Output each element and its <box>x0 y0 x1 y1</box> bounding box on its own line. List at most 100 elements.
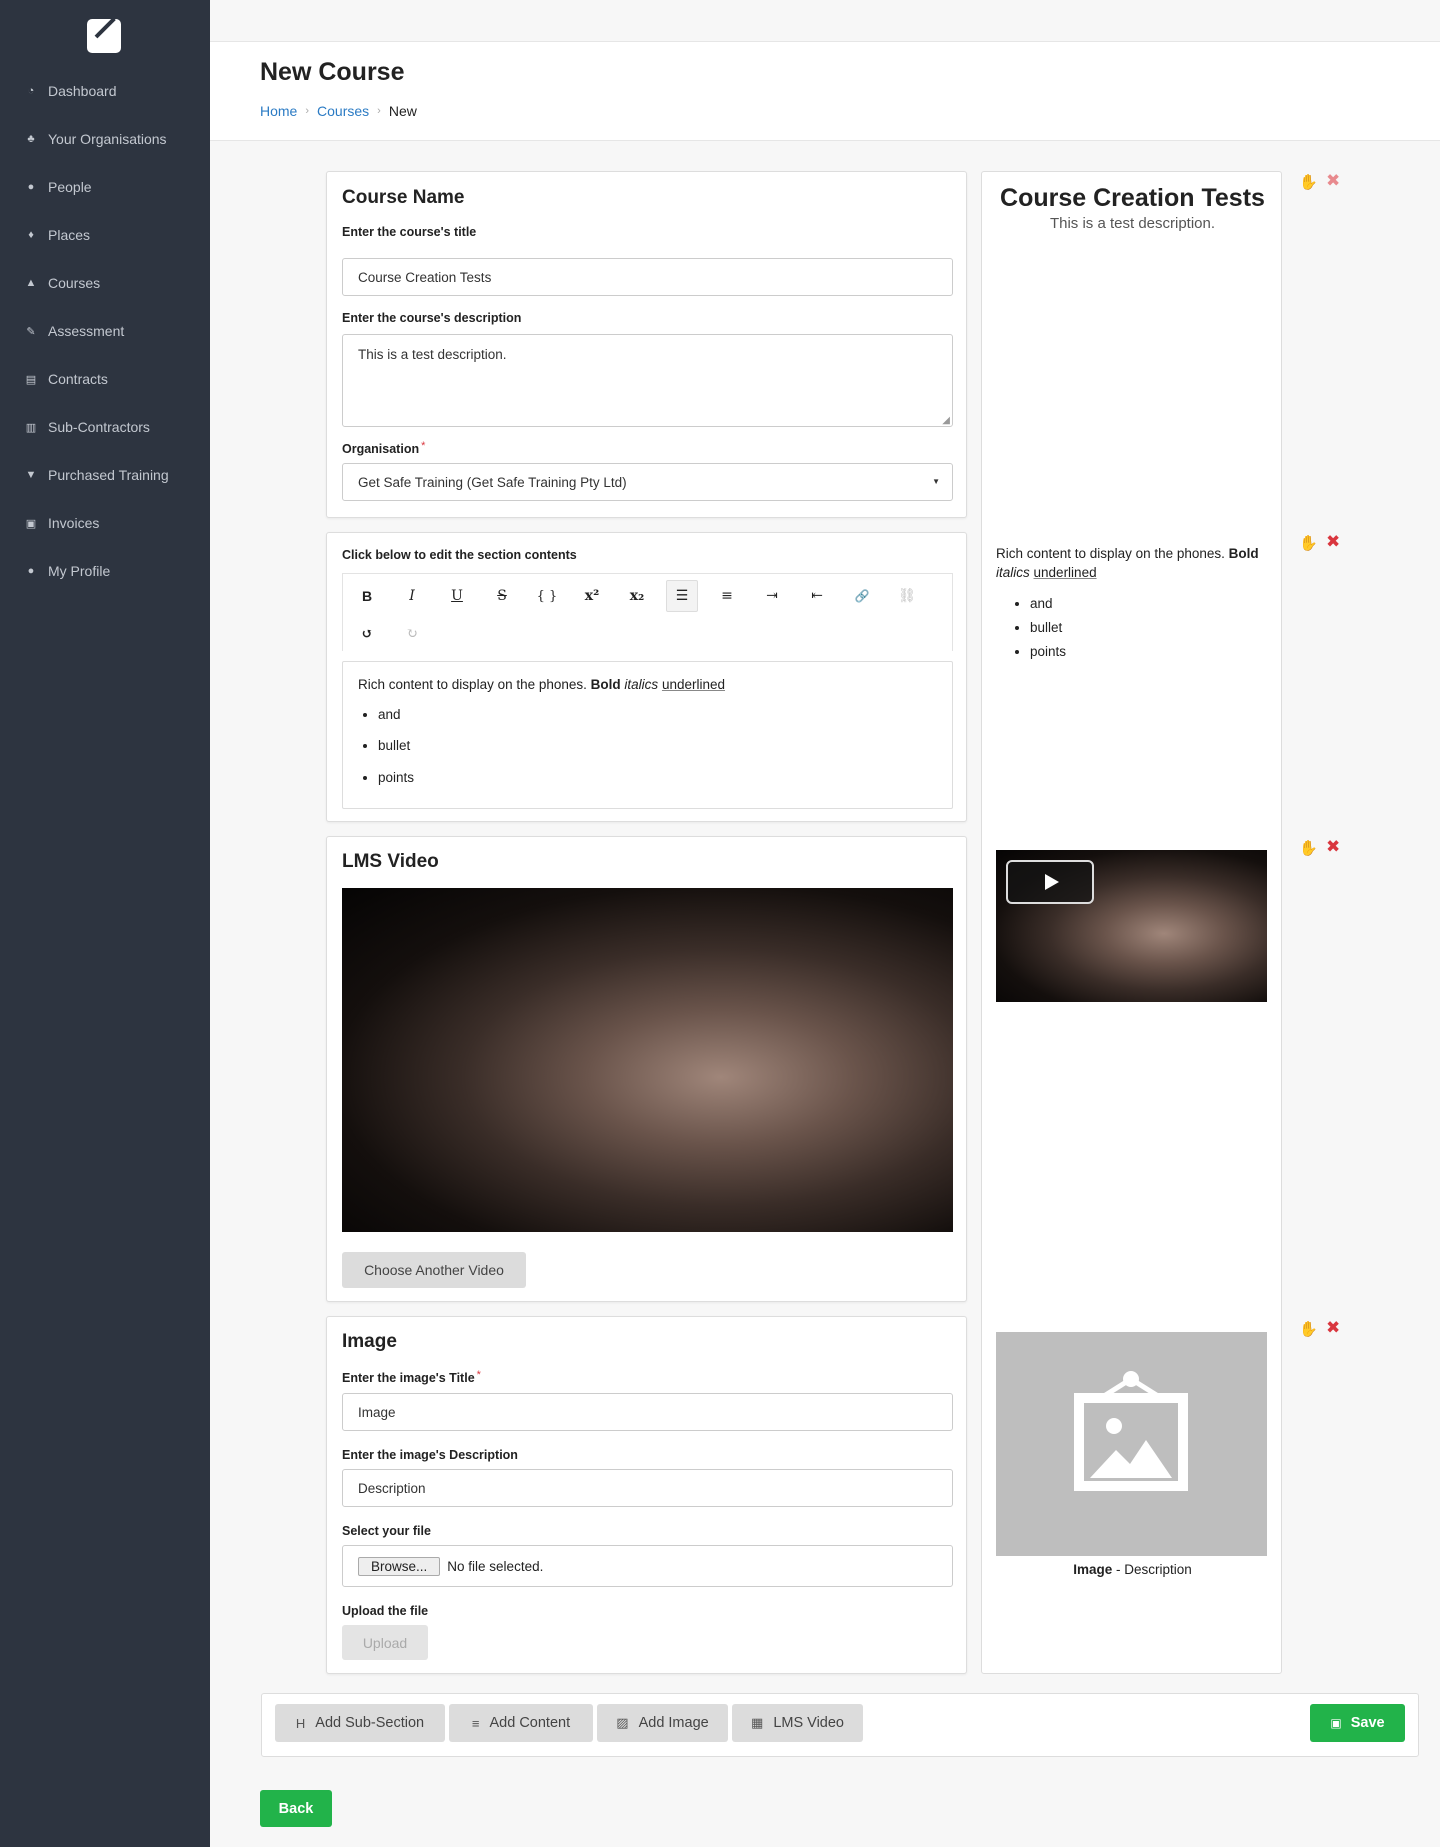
course-title-input[interactable]: Course Creation Tests <box>342 258 953 296</box>
choose-another-video-button[interactable]: Choose Another Video <box>342 1252 526 1288</box>
drag-handle-icon[interactable]: ✋ <box>1299 1320 1318 1338</box>
upload-button[interactable]: Upload <box>342 1625 428 1660</box>
sidebar-item-label: Contracts <box>48 371 108 387</box>
button-label: Add Sub-Section <box>315 1715 425 1731</box>
image-icon: ▨ <box>616 1715 629 1730</box>
image-description-label: Enter the image's Description <box>342 1448 518 1462</box>
italic-button[interactable]: I <box>396 580 428 612</box>
sidebar-item-label: Places <box>48 227 91 243</box>
ordered-list-button[interactable]: ≡ <box>711 580 743 612</box>
pencil-icon: ✎ <box>26 325 36 338</box>
bullet-list-button[interactable]: ☰ <box>666 580 698 612</box>
editor-bullet-list: and bullet points <box>378 706 937 787</box>
drag-handle-icon[interactable]: ✋ <box>1299 173 1318 191</box>
preview-course-title: Course Creation Tests <box>1000 184 1265 212</box>
caption-description: Description <box>1124 1562 1192 1577</box>
graduation-cap-icon: ▲ <box>25 277 37 289</box>
section-controls: ✋ ✖ <box>1299 171 1359 195</box>
user-icon: ● <box>27 565 35 577</box>
rich-text-editor[interactable]: Rich content to display on the phones. B… <box>342 661 953 809</box>
undo-button[interactable]: ↺ <box>351 618 383 650</box>
superscript-button[interactable]: x² <box>576 580 608 612</box>
sidebar-item-my-profile[interactable]: ● My Profile <box>0 547 210 595</box>
breadcrumb-courses-link[interactable]: Courses <box>317 103 369 119</box>
sidebar-item-assessment[interactable]: ✎ Assessment <box>0 307 210 355</box>
dashboard-icon: ◔ <box>27 85 35 97</box>
bold-text: Bold <box>1228 546 1259 561</box>
align-icon: ≡ <box>471 1715 480 1731</box>
organisation-label: Organisation <box>342 442 420 456</box>
add-lms-video-button[interactable]: ▦ LMS Video <box>732 1704 863 1742</box>
sidebar-item-dashboard[interactable]: ◔ Dashboard <box>0 67 210 115</box>
sidebar-item-purchased-training[interactable]: ▼ Purchased Training <box>0 451 210 499</box>
resize-handle-icon[interactable]: ◢ <box>942 415 950 426</box>
sidebar-item-places[interactable]: ♦ Places <box>0 211 210 259</box>
italic-text: italics <box>624 677 659 692</box>
image-description-input[interactable]: Description <box>342 1469 953 1507</box>
add-image-button[interactable]: ▨ Add Image <box>597 1704 728 1742</box>
file-input[interactable]: Browse... No file selected. <box>342 1545 953 1587</box>
breadcrumb-current: New <box>388 103 417 119</box>
course-description-textarea[interactable]: This is a test description. ◢ <box>342 334 953 427</box>
card-title: Course Name <box>342 187 465 208</box>
drag-handle-icon[interactable]: ✋ <box>1299 534 1318 552</box>
delete-icon[interactable]: ✖ <box>1326 837 1340 857</box>
course-title-label: Enter the course's title <box>342 225 477 239</box>
redo-button[interactable]: ↻ <box>396 618 428 650</box>
subscript-button[interactable]: x₂ <box>621 580 653 612</box>
browse-button[interactable]: Browse... <box>358 1556 441 1576</box>
back-button[interactable]: Back <box>260 1790 332 1827</box>
indent-button[interactable]: ⇥ <box>756 580 788 612</box>
link-icon[interactable]: 🔗 <box>846 580 878 612</box>
preview-bullet-list: and bullet points <box>1030 595 1276 662</box>
save-button[interactable]: ▣ Save <box>1310 1704 1405 1742</box>
image-placeholder-icon <box>996 1332 1267 1556</box>
delete-icon[interactable]: ✖ <box>1326 171 1340 191</box>
play-icon[interactable] <box>1006 860 1094 904</box>
add-sub-section-button[interactable]: H Add Sub-Section <box>275 1704 445 1742</box>
page-header: New Course Home › Courses › New <box>210 42 1440 141</box>
bold-button[interactable]: B <box>351 580 383 612</box>
add-content-button[interactable]: ≡ Add Content <box>449 1704 593 1742</box>
delete-icon[interactable]: ✖ <box>1326 1318 1340 1338</box>
list-item: bullet <box>378 737 937 755</box>
sidebar-item-courses[interactable]: ▲ Courses <box>0 259 210 307</box>
sidebar-item-label: Dashboard <box>48 83 117 99</box>
file-status: No file selected. <box>447 1558 544 1574</box>
sidebar-item-organisations[interactable]: ♣ Your Organisations <box>0 115 210 163</box>
top-bar <box>210 0 1440 42</box>
image-title-input[interactable]: Image <box>342 1393 953 1431</box>
sidebar-item-label: People <box>48 179 92 195</box>
image-title-label-row: Enter the image's Title * <box>342 1369 481 1385</box>
section-controls: ✋ ✖ <box>1299 1318 1359 1342</box>
phone-preview-panel: Course Creation Tests This is a test des… <box>981 171 1282 1674</box>
organisation-select[interactable]: Get Safe Training (Get Safe Training Pty… <box>342 463 953 501</box>
money-icon: ▣ <box>25 517 37 530</box>
caption-separator: - <box>1112 1562 1125 1577</box>
sidebar-item-invoices[interactable]: ▣ Invoices <box>0 499 210 547</box>
button-label: Save <box>1350 1715 1385 1731</box>
image-placeholder-graphic <box>1074 1371 1188 1491</box>
breadcrumb: Home › Courses › New <box>260 103 417 119</box>
button-label: Add Image <box>638 1715 709 1731</box>
drag-handle-icon[interactable]: ✋ <box>1299 839 1318 857</box>
breadcrumb-home-link[interactable]: Home <box>260 103 297 119</box>
select-file-label: Select your file <box>342 1524 431 1538</box>
sidebar-item-label: Sub-Contractors <box>48 419 150 435</box>
outdent-button[interactable]: ⇤ <box>801 580 833 612</box>
delete-icon[interactable]: ✖ <box>1326 532 1340 552</box>
sidebar-item-sub-contractors[interactable]: ▥ Sub-Contractors <box>0 403 210 451</box>
video-player[interactable] <box>342 888 953 1232</box>
app-logo[interactable] <box>87 19 121 53</box>
strikethrough-button[interactable]: S <box>486 580 518 612</box>
caption-title: Image <box>1073 1562 1113 1577</box>
unlink-icon[interactable]: ⛓ <box>891 580 923 612</box>
code-button[interactable]: { } <box>531 580 563 612</box>
sidebar-item-people[interactable]: ● People <box>0 163 210 211</box>
preview-course-description: This is a test description. <box>1049 215 1216 232</box>
image-title-label: Enter the image's Title <box>342 1371 475 1385</box>
underline-button[interactable]: U <box>441 580 473 612</box>
preview-video-thumbnail[interactable] <box>996 850 1267 1002</box>
sidebar: ◔ Dashboard ♣ Your Organisations ● People ♦… <box>0 0 210 1847</box>
sidebar-item-contracts[interactable]: ▤ Contracts <box>0 355 210 403</box>
